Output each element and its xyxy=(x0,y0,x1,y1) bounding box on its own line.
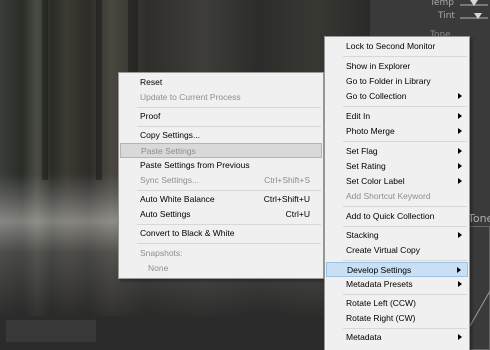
menu-item-snapshot-none: None xyxy=(148,263,169,273)
menu-item-copy-settings[interactable]: Copy Settings... xyxy=(120,128,322,143)
filmstrip-control[interactable] xyxy=(6,320,96,342)
menu-separator xyxy=(343,206,467,207)
menu-separator xyxy=(343,328,467,329)
submenu-arrow-icon xyxy=(458,113,462,119)
menu-item-auto-settings[interactable]: Auto Settings Ctrl+U xyxy=(120,207,322,222)
menu-item-convert-bw[interactable]: Convert to Black & White xyxy=(120,226,322,241)
menu-item-update-process: Update to Current Process xyxy=(140,92,241,102)
menu-separator xyxy=(343,56,467,57)
menu-separator xyxy=(137,224,321,225)
menu-separator xyxy=(137,190,321,191)
menu-item-photo-merge[interactable]: Photo Merge xyxy=(326,124,468,139)
menu-separator xyxy=(137,107,321,108)
menu-item-edit-in[interactable]: Edit In xyxy=(326,109,468,124)
submenu-arrow-icon xyxy=(458,148,462,154)
temp-slider-thumb[interactable] xyxy=(470,0,478,6)
menu-separator xyxy=(343,141,467,142)
menu-item-create-virtual-copy[interactable]: Create Virtual Copy xyxy=(326,243,468,258)
menu-item-proof[interactable]: Proof xyxy=(120,109,322,124)
tint-slider-thumb[interactable] xyxy=(474,13,482,19)
menu-item-rotate-right[interactable]: Rotate Right (CW) xyxy=(326,311,468,326)
menu-item-reset[interactable]: Reset xyxy=(120,75,322,90)
menu-item-metadata-presets[interactable]: Metadata Presets xyxy=(326,277,468,292)
menu-item-set-color-label[interactable]: Set Color Label xyxy=(326,174,468,189)
menu-item-go-to-folder[interactable]: Go to Folder in Library xyxy=(326,74,468,89)
submenu-arrow-icon xyxy=(458,163,462,169)
submenu-arrow-icon xyxy=(458,128,462,134)
menu-item-auto-white-balance[interactable]: Auto White Balance Ctrl+Shift+U xyxy=(120,192,322,207)
submenu-arrow-icon xyxy=(458,232,462,238)
menu-separator xyxy=(137,126,321,127)
menu-item-sync-settings: Sync Settings... Ctrl+Shift+S xyxy=(140,175,310,185)
menu-item-stacking[interactable]: Stacking xyxy=(326,228,468,243)
menu-separator xyxy=(343,106,467,107)
menu-item-set-flag[interactable]: Set Flag xyxy=(326,144,468,159)
submenu-arrow-icon xyxy=(458,281,462,287)
menu-separator xyxy=(343,226,467,227)
submenu-arrow-icon xyxy=(458,334,462,340)
menu-item-rotate-left[interactable]: Rotate Left (CCW) xyxy=(326,296,468,311)
develop-settings-submenu: Reset Update to Current Process Proof Co… xyxy=(118,72,324,279)
menu-item-add-quick-collection[interactable]: Add to Quick Collection xyxy=(326,209,468,224)
menu-item-add-shortcut-keyword: Add Shortcut Keyword xyxy=(346,191,431,201)
photo-detail xyxy=(42,0,48,180)
photo-detail xyxy=(96,0,102,180)
filmstrip-bar xyxy=(0,316,370,350)
menu-item-paste-from-previous[interactable]: Paste Settings from Previous xyxy=(120,158,322,173)
menu-item-metadata[interactable]: Metadata xyxy=(326,330,468,345)
menu-item-show-in-explorer[interactable]: Show in Explorer xyxy=(326,59,468,74)
menu-item-paste-settings: Paste Settings xyxy=(120,143,322,158)
menu-separator xyxy=(137,243,321,244)
menu-snapshots-heading: Snapshots: xyxy=(140,248,183,258)
photo-context-menu: Lock to Second Monitor Show in Explorer … xyxy=(324,36,470,350)
submenu-arrow-icon xyxy=(458,178,462,184)
menu-item-develop-settings[interactable]: Develop Settings xyxy=(326,262,468,277)
temp-label: Temp xyxy=(430,0,454,8)
menu-separator xyxy=(343,260,467,261)
submenu-arrow-icon xyxy=(458,93,462,99)
tint-label: Tint xyxy=(438,11,455,21)
submenu-arrow-icon xyxy=(457,267,461,273)
menu-item-lock-second-monitor[interactable]: Lock to Second Monitor xyxy=(326,39,468,54)
menu-item-go-to-collection[interactable]: Go to Collection xyxy=(326,89,468,104)
tone-curve-heading: Tone xyxy=(468,212,490,225)
menu-item-set-rating[interactable]: Set Rating xyxy=(326,159,468,174)
menu-separator xyxy=(343,294,467,295)
